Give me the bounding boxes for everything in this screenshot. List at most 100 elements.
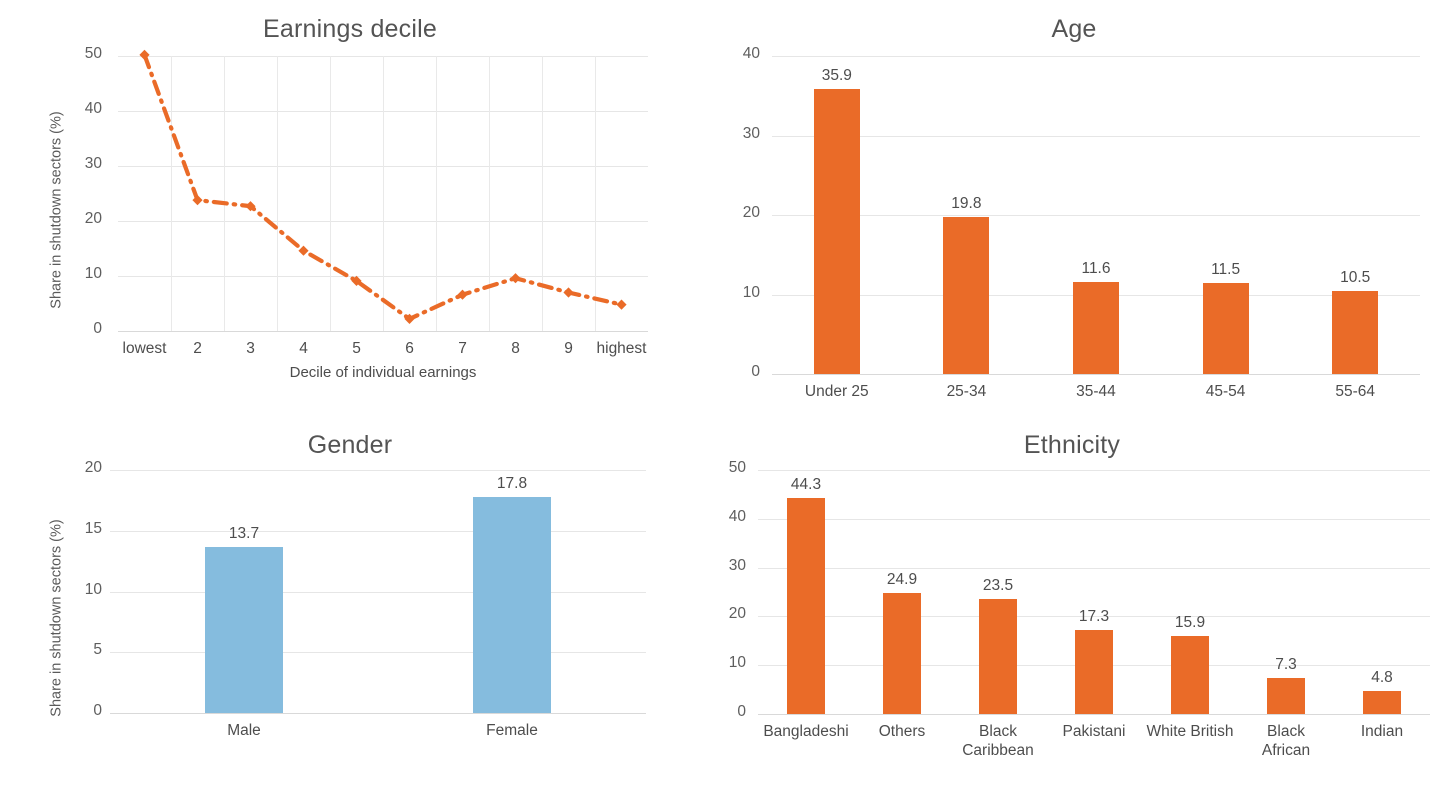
bar-value-label: 15.9 (1174, 614, 1206, 632)
bar[interactable] (943, 216, 990, 374)
x-axis-labels-ethnicity: Bangladeshi Others Black Caribbean Pakistan… (758, 722, 1430, 760)
x-category-label: Others (878, 723, 926, 740)
y-tick-label: 40 (728, 507, 746, 525)
x-category-label: 25-34 (946, 383, 987, 400)
bar[interactable] (1267, 678, 1305, 714)
x-category-label: Pakistani (1062, 723, 1126, 740)
x-category-label: White British (1146, 723, 1234, 740)
x-category-label: Black African (1261, 723, 1311, 759)
bar[interactable] (1332, 290, 1379, 374)
chart-title-ethnicity: Ethnicity (1023, 431, 1121, 459)
bar[interactable] (979, 599, 1017, 714)
bar-slot: 17.3 (1046, 470, 1142, 714)
x-axis-title-earnings: Decile of individual earnings (289, 364, 477, 381)
x-axis-labels-gender: Male Female (110, 721, 646, 740)
y-tick-label: 20 (742, 204, 760, 221)
bar-value-label: 19.8 (951, 194, 982, 212)
y-tick-label: 40 (84, 100, 102, 117)
bar[interactable] (1202, 282, 1249, 374)
y-tick-label: 30 (742, 124, 760, 142)
bar-slot: 15.9 (1142, 470, 1238, 714)
bar-slot: 19.8 (902, 56, 1032, 374)
y-tick-label: 50 (728, 459, 746, 476)
x-axis-labels-earnings: lowest 2 3 4 5 6 7 8 9 highest (118, 339, 648, 358)
bar-series: 13.7 17.8 (110, 470, 646, 713)
gridline (758, 714, 1430, 715)
bar-value-label: 44.3 (790, 475, 822, 493)
gridline (110, 713, 646, 714)
chart-title-earnings-decile: Earnings decile (263, 15, 437, 43)
x-category-label: Male (227, 722, 261, 739)
bar[interactable] (1363, 690, 1401, 714)
bar[interactable] (883, 592, 921, 714)
bar-slot: 7.3 (1238, 470, 1334, 714)
line-marker[interactable] (616, 299, 627, 310)
bar-series: 44.3 24.9 23.5 17.3 15.9 7.3 4.8 (758, 470, 1430, 714)
bar-series: 35.9 19.8 11.6 11.5 10.5 (772, 56, 1420, 374)
y-tick-label: 10 (84, 265, 102, 282)
bar-value-label: 10.5 (1340, 268, 1371, 286)
bar-value-label: 13.7 (228, 524, 260, 542)
plot-area-ethnicity: 44.3 24.9 23.5 17.3 15.9 7.3 4.8 (758, 470, 1430, 715)
x-category-label: Female (486, 722, 538, 739)
x-category-label: 55-64 (1335, 383, 1375, 400)
chart-title-gender: Gender (307, 431, 393, 459)
bar[interactable] (813, 88, 860, 374)
x-category-label: 2 (193, 340, 202, 357)
x-category-label: 35-44 (1076, 383, 1116, 400)
chart-panel-earnings-decile: Earnings decile Share in shutdown sector… (0, 14, 700, 414)
bar[interactable] (1075, 629, 1113, 714)
bar[interactable] (1171, 636, 1209, 714)
y-tick-label: 10 (742, 283, 760, 301)
bar-value-label: 4.8 (1371, 668, 1393, 686)
line-marker[interactable] (298, 245, 309, 256)
chart-title-age: Age (1051, 15, 1097, 43)
gridline (772, 374, 1420, 375)
bar-value-label: 24.9 (886, 570, 918, 588)
y-tick-label: 30 (728, 556, 746, 574)
line-path (142, 52, 624, 322)
y-axis-ticks-age: 0 10 20 30 40 (714, 45, 766, 380)
y-tick-label: 0 (93, 702, 102, 719)
x-category-label: 45-54 (1205, 383, 1246, 400)
chart-panel-age: Age 0 10 20 30 40 35.9 19.8 11.6 11.5 10.5 Under… (714, 14, 1434, 414)
line-series-earnings (139, 49, 627, 324)
line-marker[interactable] (510, 273, 521, 284)
chart-panel-ethnicity: Ethnicity 0 10 20 30 40 50 44.3 24.9 23.5 17.3 15… (700, 430, 1444, 802)
bar-value-label: 17.3 (1078, 607, 1110, 625)
x-category-label: 4 (299, 340, 308, 357)
bar[interactable] (205, 546, 283, 713)
chart-panel-gender: Gender Share in shutdown sectors (%) 051… (0, 430, 700, 802)
bar-slot: 44.3 (758, 470, 854, 714)
plot-area-earnings (118, 49, 648, 332)
x-category-label: Indian (1360, 723, 1404, 740)
x-category-label: 7 (458, 340, 467, 357)
line-marker[interactable] (192, 195, 203, 206)
x-category-label: 5 (352, 340, 361, 357)
y-tick-label: 20 (84, 210, 102, 227)
y-tick-label: 40 (742, 45, 760, 62)
line-marker[interactable] (139, 49, 150, 60)
bar[interactable] (1072, 281, 1119, 374)
y-axis-ticks-earnings: 0 10 20 30 40 50 (62, 45, 108, 366)
plot-ethnicity: 0 10 20 30 40 50 44.3 24.9 23.5 17.3 15.9 7.3 4.8 B… (700, 459, 1444, 768)
line-marker[interactable] (563, 287, 574, 298)
plot-area-age: 35.9 19.8 11.6 11.5 10.5 (772, 56, 1420, 375)
bar-slot: 13.7 (110, 470, 378, 713)
bar-value-label: 23.5 (982, 577, 1014, 595)
plot-earnings-decile: Share in shutdown sectors (%) 0 10 20 30 40 5… (0, 45, 700, 381)
x-category-label: Black Caribbean (962, 723, 1034, 759)
bar-slot: 35.9 (772, 56, 902, 374)
y-tick-label: 30 (84, 155, 102, 172)
bar-slot: 23.5 (950, 470, 1046, 714)
bar-value-label: 11.5 (1211, 260, 1241, 278)
y-axis-ticks-ethnicity: 0 10 20 30 40 50 (700, 459, 752, 720)
y-tick-label: 20 (728, 605, 746, 623)
bar[interactable] (787, 497, 825, 714)
y-tick-label: 0 (751, 363, 760, 380)
bar-slot: 11.5 (1161, 56, 1291, 374)
x-axis-labels-age: Under 25 25-34 35-44 45-54 55-64 (772, 382, 1420, 401)
x-category-label: 3 (246, 340, 255, 357)
bar[interactable] (473, 496, 551, 713)
x-category-label: 6 (405, 340, 414, 357)
